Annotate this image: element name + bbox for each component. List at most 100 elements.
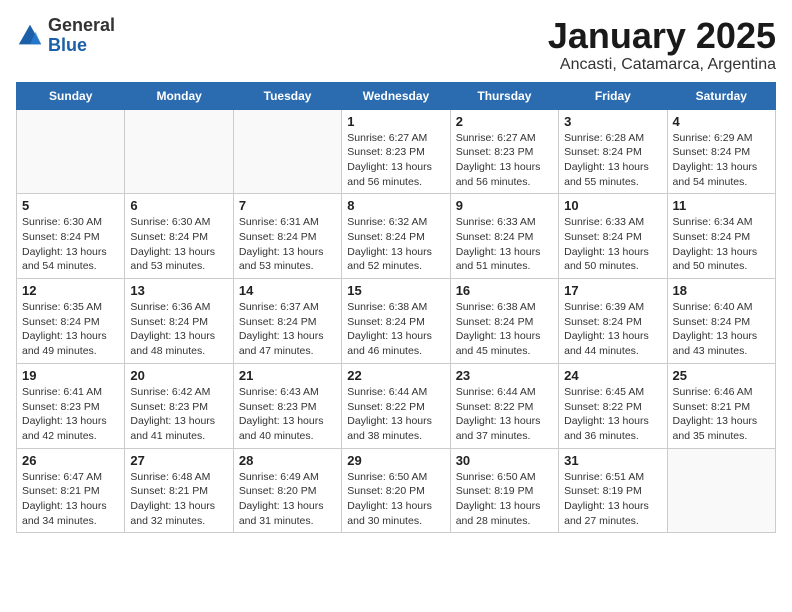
header-wednesday: Wednesday [342,82,450,109]
day-info: Sunrise: 6:28 AM Sunset: 8:24 PM Dayligh… [564,131,661,190]
calendar-title: January 2025 [548,16,776,56]
header-monday: Monday [125,82,233,109]
day-info: Sunrise: 6:32 AM Sunset: 8:24 PM Dayligh… [347,215,444,274]
day-info: Sunrise: 6:33 AM Sunset: 8:24 PM Dayligh… [564,215,661,274]
calendar-cell: 7 Sunrise: 6:31 AM Sunset: 8:24 PM Daylig… [233,194,341,279]
day-info: Sunrise: 6:44 AM Sunset: 8:22 PM Dayligh… [347,385,444,444]
day-number: 13 [130,283,227,298]
day-number: 12 [22,283,119,298]
day-number: 20 [130,368,227,383]
logo-blue: Blue [48,36,115,56]
day-info: Sunrise: 6:34 AM Sunset: 8:24 PM Dayligh… [673,215,770,274]
day-info: Sunrise: 6:43 AM Sunset: 8:23 PM Dayligh… [239,385,336,444]
day-number: 26 [22,453,119,468]
day-number: 30 [456,453,553,468]
calendar-cell: 29 Sunrise: 6:50 AM Sunset: 8:20 PM Dayli… [342,448,450,533]
calendar-cell: 14Sunrise: 6:37 AM Sunset: 8:24 PM Dayli… [233,279,341,364]
day-info: Sunrise: 6:30 AM Sunset: 8:24 PM Dayligh… [22,215,119,274]
calendar-cell: 9Sunrise: 6:33 AM Sunset: 8:24 PM Daylig… [450,194,558,279]
calendar-cell: 2 Sunrise: 6:27 AM Sunset: 8:23 PM Daylig… [450,109,558,194]
calendar-cell: 20Sunrise: 6:42 AM Sunset: 8:23 PM Dayli… [125,363,233,448]
calendar-cell: 17 Sunrise: 6:39 AM Sunset: 8:24 PM Dayli… [559,279,667,364]
page-header: General Blue January 2025 Ancasti, Catam… [16,16,776,74]
calendar-cell: 21 Sunrise: 6:43 AM Sunset: 8:23 PM Dayli… [233,363,341,448]
calendar-week-row: 19 Sunrise: 6:41 AM Sunset: 8:23 PM Dayli… [17,363,776,448]
day-number: 21 [239,368,336,383]
header-tuesday: Tuesday [233,82,341,109]
calendar-cell: 15 Sunrise: 6:38 AM Sunset: 8:24 PM Dayli… [342,279,450,364]
day-info: Sunrise: 6:29 AM Sunset: 8:24 PM Dayligh… [673,131,770,190]
day-info: Sunrise: 6:27 AM Sunset: 8:23 PM Dayligh… [347,131,444,190]
day-info: Sunrise: 6:50 AM Sunset: 8:19 PM Dayligh… [456,470,553,529]
day-number: 18 [673,283,770,298]
logo-icon [16,22,44,50]
calendar-cell: 4 Sunrise: 6:29 AM Sunset: 8:24 PM Daylig… [667,109,775,194]
calendar-cell: 22 Sunrise: 6:44 AM Sunset: 8:22 PM Dayli… [342,363,450,448]
calendar-cell: 10 Sunrise: 6:33 AM Sunset: 8:24 PM Dayli… [559,194,667,279]
day-info: Sunrise: 6:39 AM Sunset: 8:24 PM Dayligh… [564,300,661,359]
logo-text: General Blue [48,16,115,56]
day-number: 8 [347,198,444,213]
calendar-cell: 6Sunrise: 6:30 AM Sunset: 8:24 PM Daylig… [125,194,233,279]
calendar-cell: 27Sunrise: 6:48 AM Sunset: 8:21 PM Dayli… [125,448,233,533]
day-info: Sunrise: 6:37 AM Sunset: 8:24 PM Dayligh… [239,300,336,359]
calendar-week-row: 5Sunrise: 6:30 AM Sunset: 8:24 PM Daylig… [17,194,776,279]
day-number: 29 [347,453,444,468]
day-number: 4 [673,114,770,129]
day-info: Sunrise: 6:38 AM Sunset: 8:24 PM Dayligh… [347,300,444,359]
calendar-table: Sunday Monday Tuesday Wednesday Thursday… [16,82,776,534]
day-info: Sunrise: 6:47 AM Sunset: 8:21 PM Dayligh… [22,470,119,529]
calendar-cell: 1 Sunrise: 6:27 AM Sunset: 8:23 PM Daylig… [342,109,450,194]
day-info: Sunrise: 6:50 AM Sunset: 8:20 PM Dayligh… [347,470,444,529]
day-info: Sunrise: 6:35 AM Sunset: 8:24 PM Dayligh… [22,300,119,359]
day-info: Sunrise: 6:44 AM Sunset: 8:22 PM Dayligh… [456,385,553,444]
calendar-week-row: 26 Sunrise: 6:47 AM Sunset: 8:21 PM Dayli… [17,448,776,533]
day-number: 16 [456,283,553,298]
day-info: Sunrise: 6:38 AM Sunset: 8:24 PM Dayligh… [456,300,553,359]
calendar-cell: 8 Sunrise: 6:32 AM Sunset: 8:24 PM Daylig… [342,194,450,279]
calendar-week-row: 1 Sunrise: 6:27 AM Sunset: 8:23 PM Daylig… [17,109,776,194]
header-friday: Friday [559,82,667,109]
calendar-cell: 30 Sunrise: 6:50 AM Sunset: 8:19 PM Dayli… [450,448,558,533]
day-info: Sunrise: 6:27 AM Sunset: 8:23 PM Dayligh… [456,131,553,190]
calendar-cell: 16 Sunrise: 6:38 AM Sunset: 8:24 PM Dayli… [450,279,558,364]
day-number: 3 [564,114,661,129]
day-info: Sunrise: 6:51 AM Sunset: 8:19 PM Dayligh… [564,470,661,529]
day-number: 10 [564,198,661,213]
day-number: 25 [673,368,770,383]
day-info: Sunrise: 6:31 AM Sunset: 8:24 PM Dayligh… [239,215,336,274]
day-info: Sunrise: 6:33 AM Sunset: 8:24 PM Dayligh… [456,215,553,274]
calendar-cell: 3 Sunrise: 6:28 AM Sunset: 8:24 PM Daylig… [559,109,667,194]
day-number: 28 [239,453,336,468]
day-number: 17 [564,283,661,298]
day-info: Sunrise: 6:41 AM Sunset: 8:23 PM Dayligh… [22,385,119,444]
day-number: 31 [564,453,661,468]
calendar-cell: 12 Sunrise: 6:35 AM Sunset: 8:24 PM Dayli… [17,279,125,364]
day-info: Sunrise: 6:45 AM Sunset: 8:22 PM Dayligh… [564,385,661,444]
calendar-cell: 28Sunrise: 6:49 AM Sunset: 8:20 PM Dayli… [233,448,341,533]
calendar-cell [125,109,233,194]
logo: General Blue [16,16,115,56]
calendar-subtitle: Ancasti, Catamarca, Argentina [548,56,776,74]
day-info: Sunrise: 6:48 AM Sunset: 8:21 PM Dayligh… [130,470,227,529]
calendar-cell: 18Sunrise: 6:40 AM Sunset: 8:24 PM Dayli… [667,279,775,364]
day-number: 15 [347,283,444,298]
day-info: Sunrise: 6:46 AM Sunset: 8:21 PM Dayligh… [673,385,770,444]
calendar-body: 1 Sunrise: 6:27 AM Sunset: 8:23 PM Daylig… [17,109,776,533]
calendar-cell: 26 Sunrise: 6:47 AM Sunset: 8:21 PM Dayli… [17,448,125,533]
day-number: 2 [456,114,553,129]
day-number: 7 [239,198,336,213]
day-number: 1 [347,114,444,129]
calendar-cell: 31 Sunrise: 6:51 AM Sunset: 8:19 PM Dayli… [559,448,667,533]
calendar-cell: 23Sunrise: 6:44 AM Sunset: 8:22 PM Dayli… [450,363,558,448]
day-number: 19 [22,368,119,383]
calendar-cell: 24 Sunrise: 6:45 AM Sunset: 8:22 PM Dayli… [559,363,667,448]
calendar-cell: 25 Sunrise: 6:46 AM Sunset: 8:21 PM Dayli… [667,363,775,448]
day-number: 22 [347,368,444,383]
logo-general: General [48,16,115,36]
calendar-cell: 5Sunrise: 6:30 AM Sunset: 8:24 PM Daylig… [17,194,125,279]
day-info: Sunrise: 6:36 AM Sunset: 8:24 PM Dayligh… [130,300,227,359]
day-number: 24 [564,368,661,383]
calendar-cell [667,448,775,533]
calendar-cell: 11Sunrise: 6:34 AM Sunset: 8:24 PM Dayli… [667,194,775,279]
